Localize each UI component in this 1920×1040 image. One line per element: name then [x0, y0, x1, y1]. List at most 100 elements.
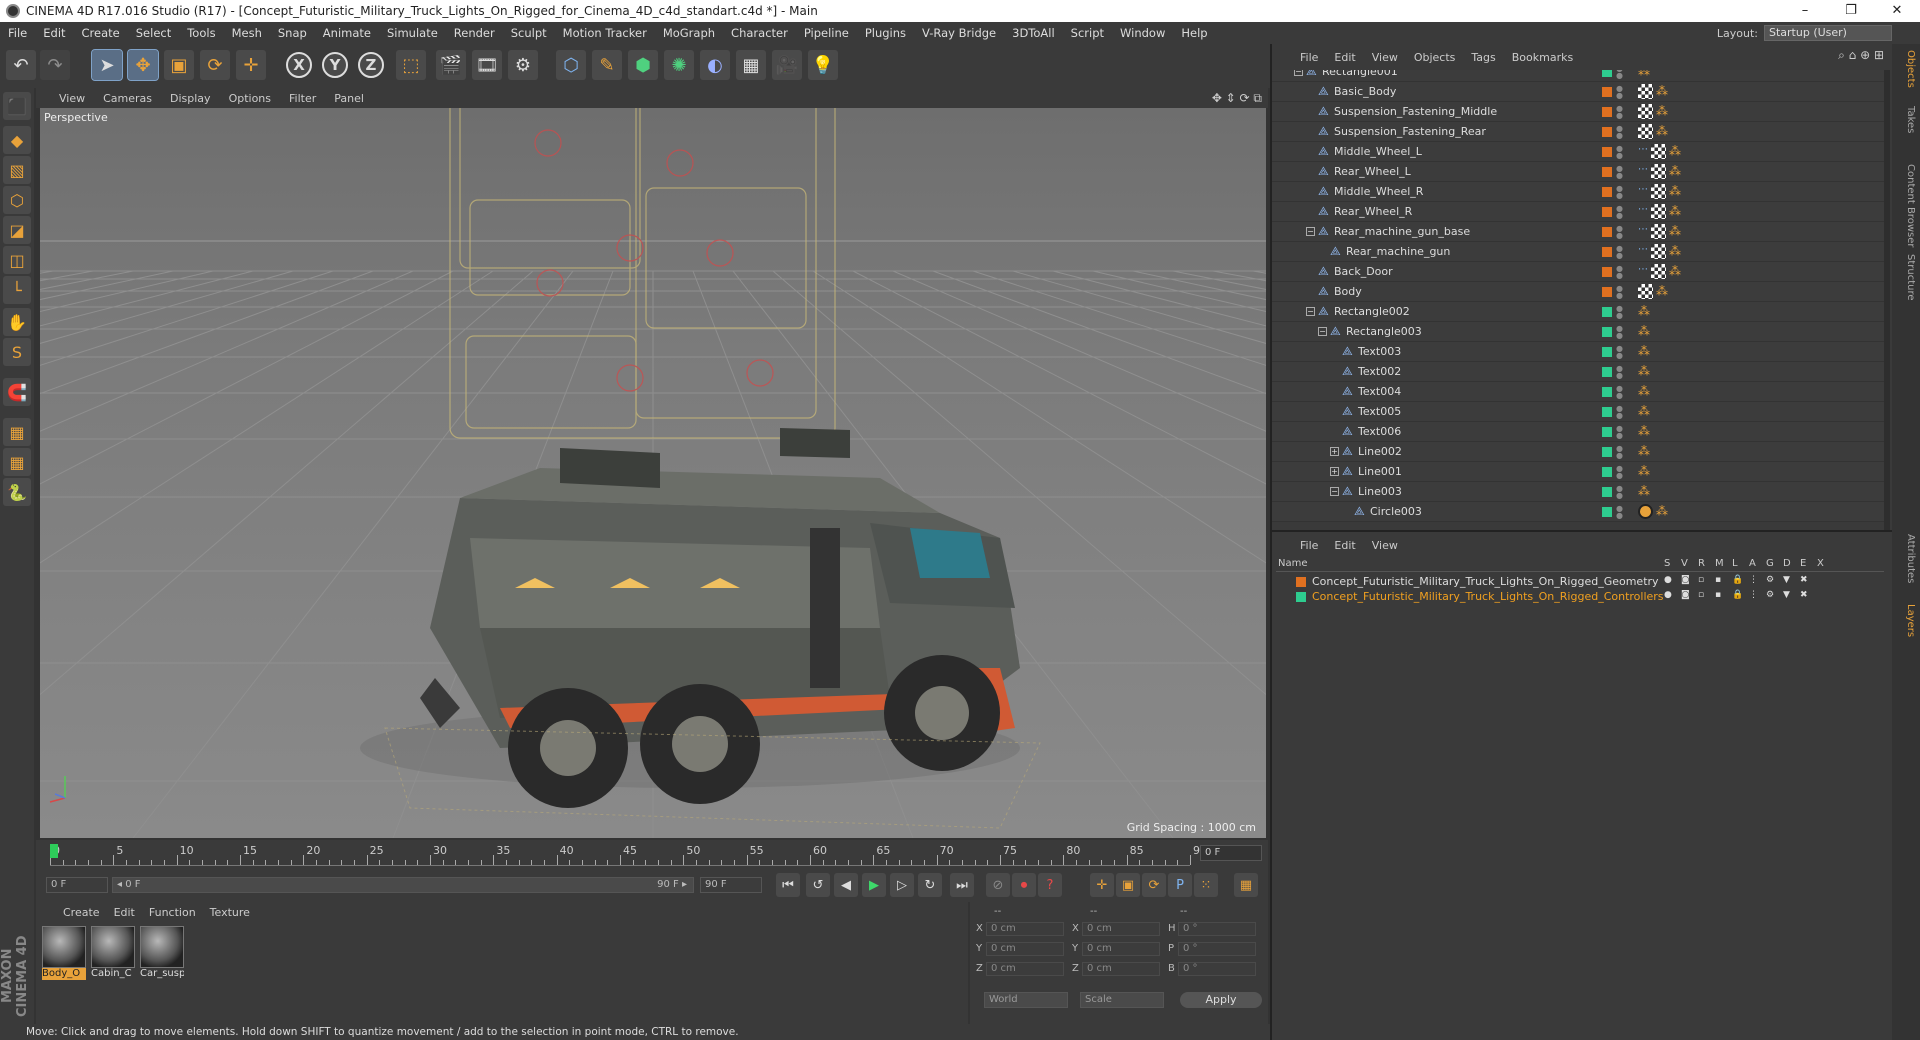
x-axis-lock-button[interactable]: X: [286, 52, 312, 78]
menu-file[interactable]: File: [0, 26, 35, 40]
visibility-dots-icon[interactable]: ●●: [1616, 205, 1623, 220]
key-pla-button[interactable]: ⁙: [1194, 873, 1218, 897]
object-row[interactable]: ⟁ Rear_Wheel_R ● ● ⋯ ⁂: [1272, 202, 1888, 243]
deformer-button[interactable]: ◐: [700, 50, 730, 80]
visibility-dots-icon[interactable]: ●●: [1616, 305, 1623, 320]
object-name[interactable]: Rear_Wheel_R: [1334, 205, 1412, 218]
menu-help[interactable]: Help: [1173, 26, 1215, 40]
visibility-dots-icon[interactable]: ●●: [1616, 105, 1623, 120]
visibility-dots-icon[interactable]: ●●: [1616, 325, 1623, 340]
light-object-button[interactable]: 💡: [808, 50, 838, 80]
menu-mograph[interactable]: MoGraph: [655, 26, 723, 40]
rig-tag-icon[interactable]: ⁂: [1638, 484, 1653, 499]
object-name[interactable]: Middle_Wheel_L: [1334, 145, 1422, 158]
object-menu-view[interactable]: View: [1364, 51, 1406, 64]
viewport-camera-label[interactable]: Perspective: [44, 111, 108, 124]
go-to-start-button[interactable]: ⏮: [776, 873, 800, 897]
object-name[interactable]: Text006: [1358, 425, 1401, 438]
key-scale-button[interactable]: ▣: [1116, 873, 1140, 897]
material-menu-function[interactable]: Function: [142, 906, 203, 919]
layer-color-swatch[interactable]: [1296, 577, 1306, 587]
visibility-dots-icon[interactable]: ●●: [1616, 125, 1623, 140]
object-row[interactable]: − ⟁ Line003 ● ● ⁂: [1272, 482, 1888, 502]
left-tool-7-icon[interactable]: ✋: [3, 308, 31, 336]
go-to-end-button[interactable]: ⏭: [950, 873, 974, 897]
expand-toggle-icon[interactable]: −: [1318, 327, 1327, 336]
coord-mode-dropdown[interactable]: World: [984, 992, 1068, 1008]
layer-color-swatch[interactable]: [1602, 407, 1612, 417]
side-tab-layers[interactable]: Layers: [1896, 604, 1916, 637]
rig-tag-icon[interactable]: ⁂: [1669, 264, 1684, 279]
timeline-window-button[interactable]: ▦: [1234, 873, 1258, 897]
layer-name[interactable]: Concept_Futuristic_Military_Truck_Lights…: [1312, 590, 1664, 603]
layer-color-swatch[interactable]: [1602, 70, 1612, 77]
key-position-button[interactable]: ✛: [1090, 873, 1114, 897]
object-name[interactable]: Line001: [1358, 465, 1402, 478]
animation-icon[interactable]: ⋮: [1749, 590, 1758, 600]
object-name[interactable]: Circle003: [1370, 505, 1422, 518]
object-row[interactable]: ⟁ Text003 ● ● ⁂: [1272, 342, 1888, 362]
object-row[interactable]: − ⟁ Rectangle002 ● ● ⁂: [1272, 302, 1888, 322]
restriction-tag-icon[interactable]: [1638, 504, 1653, 519]
material-swatch[interactable]: Car_susp: [140, 926, 184, 980]
left-tool-4-icon[interactable]: ◪: [3, 216, 31, 244]
scale-tool-button[interactable]: ▣: [164, 50, 194, 80]
object-name[interactable]: Text004: [1358, 385, 1401, 398]
layer-color-swatch[interactable]: [1602, 207, 1612, 217]
coord-pos-field[interactable]: 0 cm: [986, 942, 1064, 956]
view-icon[interactable]: ◙: [1681, 590, 1690, 600]
step-back-button[interactable]: ◀: [834, 873, 858, 897]
rig-tag-icon[interactable]: ⁂: [1638, 464, 1653, 479]
rig-tag-icon[interactable]: ⁂: [1656, 504, 1671, 519]
viewport-menu-view[interactable]: View: [50, 92, 94, 105]
layout-dropdown[interactable]: Startup (User): [1764, 25, 1892, 41]
rig-tag-icon[interactable]: ⁂: [1669, 184, 1684, 199]
rig-tag-icon[interactable]: ⁂: [1656, 124, 1671, 139]
visibility-dots-icon[interactable]: ●●: [1616, 165, 1623, 180]
layer-column-s[interactable]: S: [1664, 558, 1670, 569]
rig-tag-icon[interactable]: ⁂: [1638, 344, 1653, 359]
object-row[interactable]: ⟁ Rear_Wheel_L ● ● ⋯ ⁂: [1272, 162, 1888, 203]
menu-3dtoall[interactable]: 3DToAll: [1004, 26, 1063, 40]
texture-tag-icon[interactable]: [1651, 164, 1666, 179]
3d-viewport[interactable]: Perspective Grid Spacing : 1000 cm: [40, 108, 1266, 838]
loop-button[interactable]: ↺: [806, 873, 830, 897]
left-tool-6-icon[interactable]: └: [3, 276, 31, 304]
xpresso-icon[interactable]: ⋯: [1638, 184, 1648, 200]
object-name[interactable]: Line002: [1358, 445, 1402, 458]
object-name[interactable]: Body: [1334, 285, 1362, 298]
left-tool-12-icon[interactable]: 🐍: [3, 478, 31, 506]
object-row[interactable]: ⟁ Text005 ● ● ⁂: [1272, 402, 1888, 422]
rig-tag-icon[interactable]: ⁂: [1656, 284, 1671, 299]
layer-color-swatch[interactable]: [1602, 287, 1612, 297]
timeline[interactable]: 051015202530354045505560657075808590 0 F: [36, 840, 1268, 868]
left-tool-10-icon[interactable]: ▦: [3, 418, 31, 446]
record-active-button[interactable]: ⏺: [1012, 873, 1036, 897]
coord-rot-field[interactable]: 0 °: [1178, 922, 1256, 936]
object-name[interactable]: Line003: [1358, 485, 1402, 498]
object-name[interactable]: Suspension_Fastening_Middle: [1334, 105, 1497, 118]
left-tool-2-icon[interactable]: ▧: [3, 156, 31, 184]
menu-window[interactable]: Window: [1112, 26, 1173, 40]
left-tool-5-icon[interactable]: ◫: [3, 246, 31, 274]
texture-tag-icon[interactable]: [1638, 84, 1653, 99]
layer-row[interactable]: Concept_Futuristic_Military_Truck_Lights…: [1276, 574, 1884, 589]
menu-mesh[interactable]: Mesh: [224, 26, 270, 40]
layer-column-x[interactable]: X: [1817, 558, 1824, 569]
object-name[interactable]: Middle_Wheel_R: [1334, 185, 1423, 198]
object-manager-search-icon[interactable]: ⌕ ⌂ ⊕ ⊞: [1838, 48, 1884, 63]
rig-tag-icon[interactable]: ⁂: [1638, 70, 1653, 79]
object-row[interactable]: ⟁ Back_Door ● ● ⋯ ⁂: [1272, 262, 1888, 303]
menu-v-ray-bridge[interactable]: V-Ray Bridge: [914, 26, 1004, 40]
menu-script[interactable]: Script: [1063, 26, 1112, 40]
timeline-ruler[interactable]: 051015202530354045505560657075808590: [50, 842, 1207, 866]
object-name[interactable]: Text002: [1358, 365, 1401, 378]
layer-menu-view[interactable]: View: [1364, 539, 1406, 552]
object-name[interactable]: Rectangle003: [1346, 325, 1422, 338]
menu-edit[interactable]: Edit: [35, 26, 73, 40]
object-name[interactable]: Text005: [1358, 405, 1401, 418]
side-tab-content-browser[interactable]: Content Browser: [1896, 164, 1916, 247]
menu-animate[interactable]: Animate: [315, 26, 379, 40]
lock-icon[interactable]: 🔒: [1732, 575, 1743, 585]
pen-spline-button[interactable]: ✎: [592, 50, 622, 80]
